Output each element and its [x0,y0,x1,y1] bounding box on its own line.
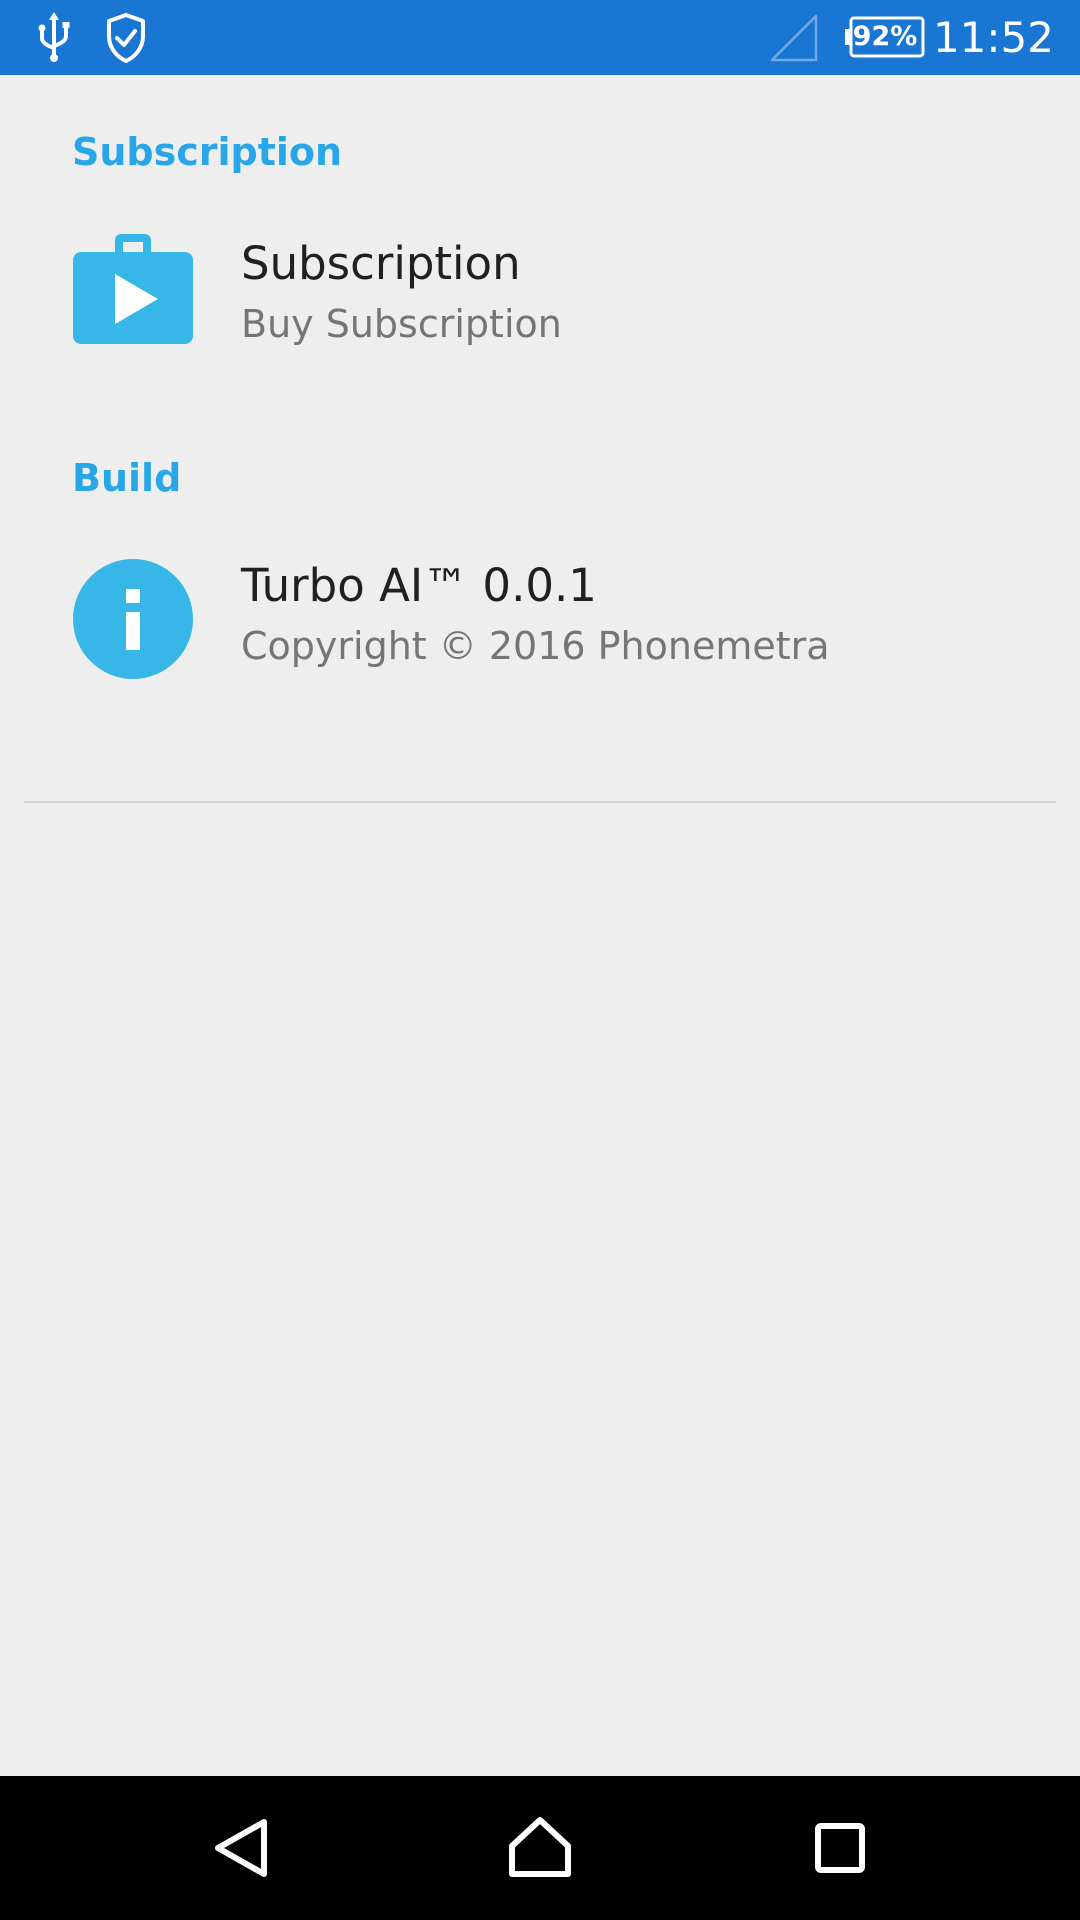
navigation-bar [0,1776,1080,1920]
list-divider [24,801,1056,803]
shield-check-icon [107,13,145,63]
info-icon [73,559,193,679]
pref-summary: Copyright © 2016 Phonemetra [241,624,830,668]
home-icon[interactable] [490,1798,590,1898]
battery-icon: 92% [844,16,926,58]
status-clock: 11:52 [932,13,1054,62]
recents-icon[interactable] [790,1798,890,1898]
battery-percent: 92% [852,21,918,52]
pref-title: Subscription [241,237,521,290]
play-store-bag-icon [73,234,193,344]
pref-item-subscription[interactable]: Subscription Buy Subscription [0,230,1080,380]
section-header-subscription: Subscription [72,130,343,174]
pref-summary: Buy Subscription [241,302,562,346]
status-bar: 92% 11:52 [0,0,1080,75]
pref-item-build[interactable]: Turbo AI™ 0.0.1 Copyright © 2016 Phoneme… [0,558,1080,708]
back-icon[interactable] [192,1798,292,1898]
usb-icon [38,12,70,62]
signal-icon [770,14,818,62]
pref-title: Turbo AI™ 0.0.1 [241,559,597,612]
section-header-build: Build [72,456,182,500]
